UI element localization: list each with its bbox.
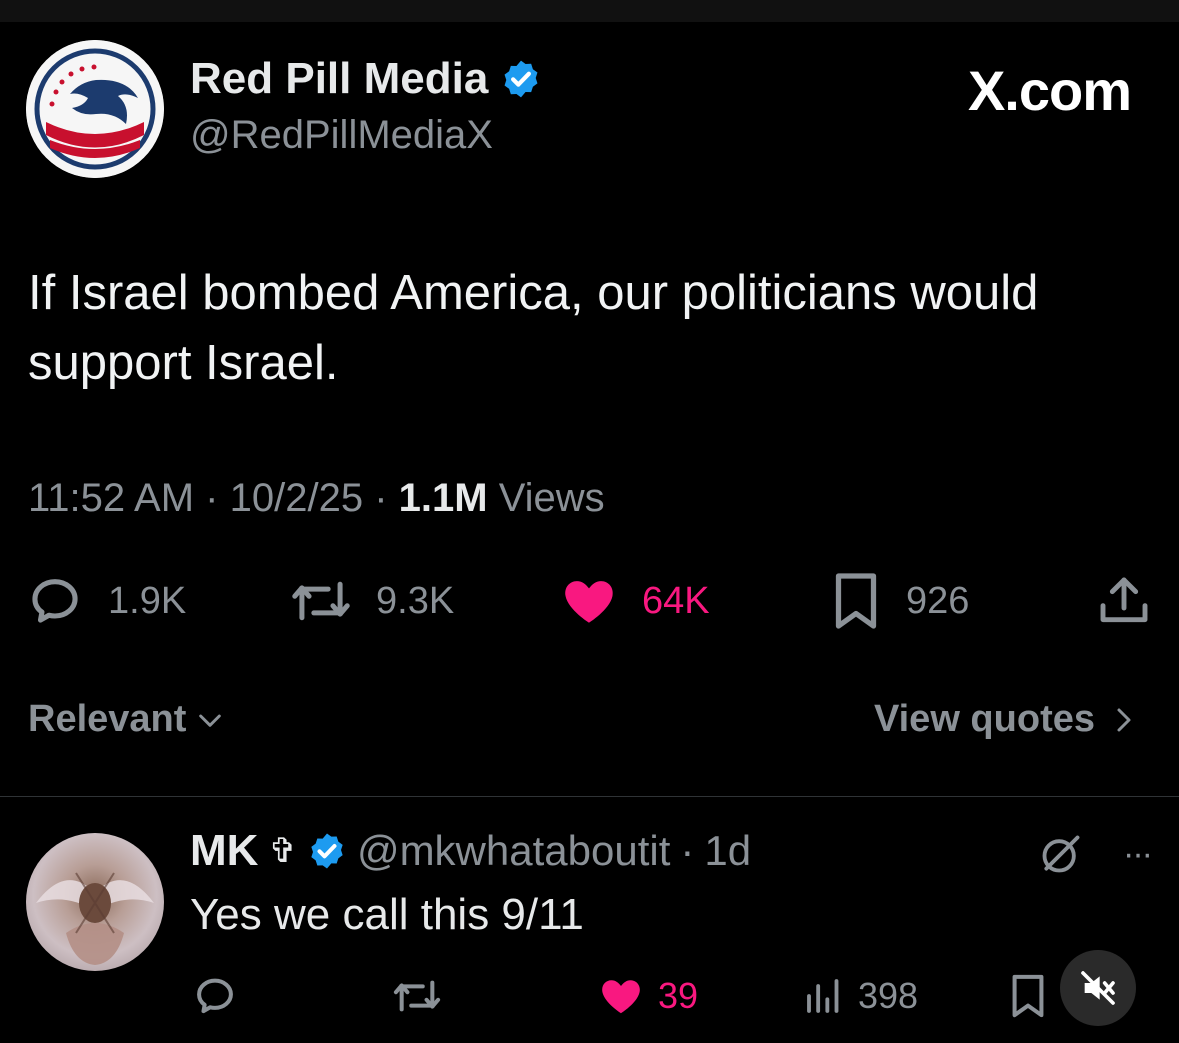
heart-icon [602, 980, 640, 1014]
reply-button[interactable]: 1.9K [26, 568, 186, 634]
bookmark-icon [835, 573, 877, 629]
tweet-time[interactable]: 11:52 AM [28, 476, 194, 520]
reply-analytics-button[interactable]: 398 [804, 966, 918, 1026]
meta-separator: · [374, 476, 399, 520]
reply-reply-button[interactable] [192, 966, 238, 1026]
reply-like-count: 39 [658, 975, 699, 1016]
verified-badge-icon [311, 833, 343, 869]
view-quotes-link[interactable]: View quotes [874, 698, 1139, 741]
reply-icon [197, 978, 233, 1014]
analytics-icon [807, 979, 839, 1013]
repost-count: 9.3K [376, 579, 455, 622]
red-pill-media-logo-icon [26, 40, 164, 178]
heart-icon [565, 581, 613, 623]
bookmark-button[interactable]: 926 [830, 568, 969, 634]
repost-button[interactable]: 9.3K [290, 568, 454, 634]
chevron-right-icon [1117, 708, 1131, 731]
reply-header: MK ✞ @mkwhataboutit · 1d [190, 826, 751, 876]
top-edge-bar [0, 0, 1179, 22]
tweet-meta: 11:52 AM · 10/2/25 · 1.1M Views [28, 476, 605, 521]
views-count: 1.1M [398, 476, 488, 520]
cross-symbol: ✞ [268, 832, 297, 870]
tweet-action-bar: 1.9K 9.3K 64K 926 [0, 568, 1179, 634]
chevron-down-icon [199, 714, 222, 727]
views-label: Views [498, 476, 605, 520]
reply-age[interactable]: 1d [704, 827, 751, 875]
view-quotes-label: View quotes [873, 698, 1095, 740]
mute-icon [1081, 971, 1115, 1005]
reply-count: 1.9K [108, 579, 187, 622]
share-button[interactable] [1096, 568, 1152, 634]
reply-views-count: 398 [858, 975, 919, 1016]
brand-x-com: X.com [967, 59, 1132, 122]
repost-icon [393, 980, 441, 1012]
verified-badge-icon [504, 60, 538, 98]
sort-label: Relevant [28, 698, 187, 740]
mute-button[interactable] [1060, 950, 1136, 1026]
bookmark-count: 926 [906, 579, 970, 622]
tweet-text: If Israel bombed America, our politician… [28, 266, 1039, 390]
reply-sort-row: Relevant View quotes [0, 698, 1179, 758]
reply-like-button[interactable]: 39 [598, 966, 698, 1026]
meta-separator: · [205, 476, 230, 520]
avatar-red-pill-media[interactable] [26, 40, 164, 178]
reply-repost-button[interactable] [392, 966, 442, 1026]
more-icon[interactable]: ··· [1123, 835, 1153, 874]
share-icon [1100, 577, 1148, 623]
divider [0, 796, 1179, 797]
repost-icon [292, 581, 350, 621]
reply-author-name[interactable]: MK [190, 826, 258, 876]
like-button[interactable]: 64K [560, 568, 710, 634]
sort-dropdown[interactable]: Relevant [28, 698, 226, 741]
reply-bookmark-button[interactable] [1008, 966, 1048, 1026]
reply-action-bar: 39 398 [0, 966, 1179, 1026]
reply-text: Yes we call this 9/11 [190, 890, 584, 939]
meta-separator: · [680, 827, 695, 874]
bookmark-icon [1012, 974, 1044, 1018]
avatar-mk[interactable] [26, 833, 164, 971]
grok-icon[interactable] [1039, 832, 1083, 876]
like-count: 64K [642, 579, 710, 622]
reply-tools: ··· [1039, 832, 1153, 876]
author-name[interactable]: Red Pill Media [190, 54, 488, 104]
reply-icon [32, 579, 78, 623]
tweet-date[interactable]: 10/2/25 [230, 476, 363, 520]
author-name-row[interactable]: Red Pill Media [190, 54, 542, 104]
author-handle[interactable]: @RedPillMediaX [190, 113, 493, 158]
artwork-avatar-icon [36, 872, 154, 965]
reply-author-handle[interactable]: @mkwhataboutit [357, 827, 670, 875]
